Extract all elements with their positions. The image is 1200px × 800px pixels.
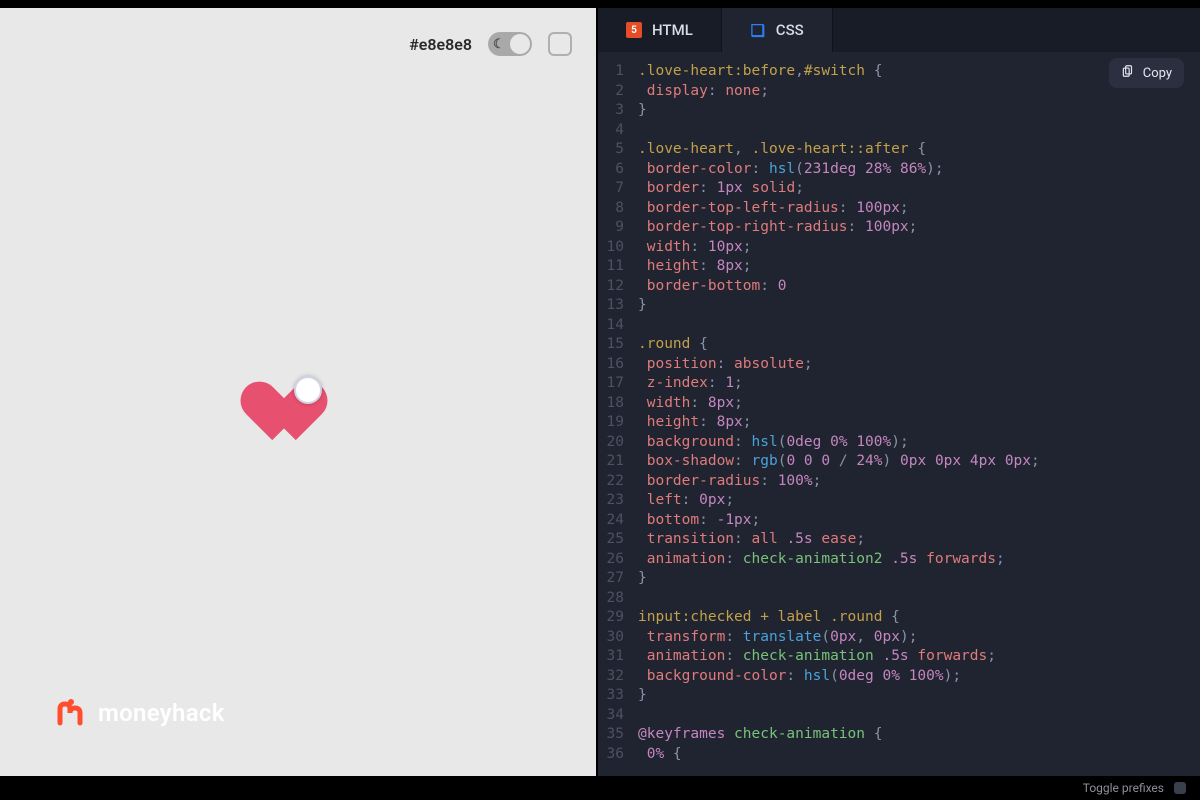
heart-switch-demo[interactable] xyxy=(248,376,320,430)
code-line: 20 background: hsl(0deg 0% 100%); xyxy=(598,433,1200,453)
code-line: 22 border-radius: 100%; xyxy=(598,472,1200,492)
css-icon: ❑ xyxy=(750,22,766,38)
code-line: 33} xyxy=(598,686,1200,706)
theme-toggle-knob xyxy=(510,34,530,54)
theme-toggle[interactable]: ☾ xyxy=(488,32,532,56)
code-line: 13} xyxy=(598,296,1200,316)
code-line: 18 width: 8px; xyxy=(598,394,1200,414)
moon-icon: ☾ xyxy=(493,37,505,52)
code-line: 25 transition: all .5s ease; xyxy=(598,530,1200,550)
html5-icon xyxy=(626,22,642,38)
fullscreen-button[interactable] xyxy=(548,32,572,56)
code-line: 35@keyframes check-animation { xyxy=(598,725,1200,745)
brand-icon xyxy=(56,698,86,728)
code-line: 3} xyxy=(598,101,1200,121)
main-split: #e8e8e8 ☾ moneyhack xyxy=(0,8,1200,776)
editor-tabs: HTML ❑ CSS xyxy=(598,8,1200,52)
code-line: 5.love-heart, .love-heart::after { xyxy=(598,140,1200,160)
code-line: 31 animation: check-animation .5s forwar… xyxy=(598,647,1200,667)
code-line: 23 left: 0px; xyxy=(598,491,1200,511)
background-hex-label: #e8e8e8 xyxy=(409,35,472,54)
code-line: 4 xyxy=(598,121,1200,141)
code-line: 12 border-bottom: 0 xyxy=(598,277,1200,297)
code-line: 27} xyxy=(598,569,1200,589)
preview-controls: #e8e8e8 ☾ xyxy=(409,32,572,56)
editor-panel: HTML ❑ CSS Copy 1.love-heart:before,#swi… xyxy=(596,8,1200,776)
code-line: 26 animation: check-animation2 .5s forwa… xyxy=(598,550,1200,570)
code-line: 8 border-top-left-radius: 100px; xyxy=(598,199,1200,219)
code-line: 36 0% { xyxy=(598,745,1200,765)
tab-html[interactable]: HTML xyxy=(598,8,722,52)
code-line: 21 box-shadow: rgb(0 0 0 / 24%) 0px 0px … xyxy=(598,452,1200,472)
toggle-prefixes-switch[interactable] xyxy=(1174,782,1186,794)
code-line: 34 xyxy=(598,706,1200,726)
code-line: 2 display: none; xyxy=(598,82,1200,102)
code-line: 29input:checked + label .round { xyxy=(598,608,1200,628)
brand-text: moneyhack xyxy=(98,699,225,727)
code-line: 16 position: absolute; xyxy=(598,355,1200,375)
preview-panel: #e8e8e8 ☾ moneyhack xyxy=(0,8,596,776)
code-line: 28 xyxy=(598,589,1200,609)
code-line: 1.love-heart:before,#switch { xyxy=(598,62,1200,82)
window-top-strip xyxy=(0,0,1200,8)
code-line: 32 background-color: hsl(0deg 0% 100%); xyxy=(598,667,1200,687)
heart-switch-knob xyxy=(294,376,322,404)
code-line: 6 border-color: hsl(231deg 28% 86%); xyxy=(598,160,1200,180)
code-line: 14 xyxy=(598,316,1200,336)
code-line: 19 height: 8px; xyxy=(598,413,1200,433)
tab-css-label: CSS xyxy=(776,21,804,39)
code-line: 11 height: 8px; xyxy=(598,257,1200,277)
code-line: 17 z-index: 1; xyxy=(598,374,1200,394)
brand: moneyhack xyxy=(56,698,225,728)
tab-html-label: HTML xyxy=(652,21,693,39)
code-line: 24 bottom: -1px; xyxy=(598,511,1200,531)
tab-css[interactable]: ❑ CSS xyxy=(722,8,833,52)
code-line: 9 border-top-right-radius: 100px; xyxy=(598,218,1200,238)
code-line: 30 transform: translate(0px, 0px); xyxy=(598,628,1200,648)
status-bar: Toggle prefixes xyxy=(0,776,1200,800)
code-line: 10 width: 10px; xyxy=(598,238,1200,258)
code-area[interactable]: 1.love-heart:before,#switch {2 display: … xyxy=(598,52,1200,776)
code-line: 7 border: 1px solid; xyxy=(598,179,1200,199)
code-line: 15.round { xyxy=(598,335,1200,355)
toggle-prefixes-label[interactable]: Toggle prefixes xyxy=(1083,781,1164,795)
